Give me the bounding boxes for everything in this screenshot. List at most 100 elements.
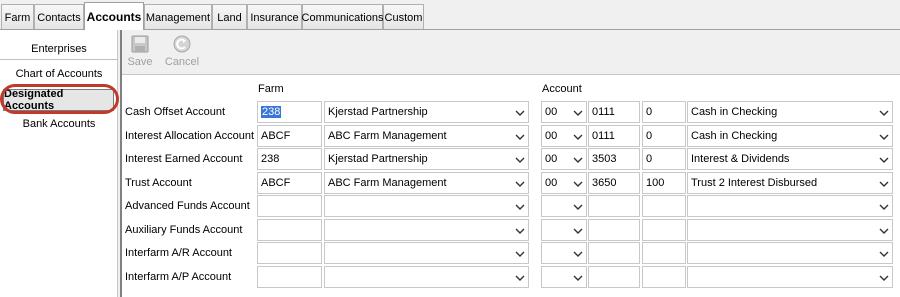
farm-code-input-value: 238	[261, 106, 282, 118]
farm-code-input[interactable]: 238	[257, 101, 322, 123]
farm-name-select[interactable]	[324, 266, 529, 288]
cancel-button[interactable]: Cancel	[164, 34, 200, 72]
account-prefix-select[interactable]	[541, 195, 587, 217]
row-label: Interfarm A/R Account	[125, 247, 232, 259]
tab-land[interactable]: Land	[212, 4, 247, 30]
account-prefix-select[interactable]	[541, 266, 587, 288]
sidebar-item-chart-of-accounts[interactable]: Chart of Accounts	[0, 63, 118, 85]
account-prefix-select-value: 00	[545, 177, 558, 189]
chevron-down-icon	[573, 134, 583, 140]
farm-name-select[interactable]: Kjerstad Partnership	[324, 148, 529, 170]
sidebar-item-enterprises[interactable]: Enterprises	[0, 38, 118, 60]
account-number-input[interactable]	[588, 219, 640, 241]
farm-code-input[interactable]	[257, 219, 322, 241]
farm-code-input[interactable]	[257, 266, 322, 288]
account-number-input-value: 0111	[592, 130, 615, 142]
farm-code-input[interactable]: ABCF	[257, 125, 322, 147]
account-number-input[interactable]: 0111	[588, 125, 640, 147]
sidebar-item-designated-accounts[interactable]: Designated Accounts	[3, 88, 114, 112]
account-number-input[interactable]: 0111	[588, 101, 640, 123]
account-name-select[interactable]	[687, 266, 893, 288]
tab-custom[interactable]: Custom	[383, 4, 424, 30]
farm-code-input[interactable]: ABCF	[257, 172, 322, 194]
farm-name-select-value: ABC Farm Management	[328, 130, 447, 142]
account-sub-input[interactable]	[642, 242, 686, 264]
account-name-select[interactable]: Cash in Checking	[687, 101, 893, 123]
account-number-input[interactable]: 3503	[588, 148, 640, 170]
account-name-select-value: Cash in Checking	[691, 130, 778, 142]
account-number-input[interactable]	[588, 242, 640, 264]
row-label: Advanced Funds Account	[125, 200, 250, 212]
account-sub-input[interactable]	[642, 195, 686, 217]
chevron-down-icon	[879, 181, 889, 187]
account-name-select[interactable]: Interest & Dividends	[687, 148, 893, 170]
save-button[interactable]: Save	[127, 34, 153, 72]
chevron-down-icon	[515, 157, 525, 163]
account-sub-input[interactable]: 0	[642, 125, 686, 147]
account-prefix-select[interactable]	[541, 219, 587, 241]
chevron-down-icon	[515, 204, 525, 210]
chevron-down-icon	[879, 228, 889, 234]
farm-name-select[interactable]	[324, 195, 529, 217]
account-prefix-select[interactable]: 00	[541, 101, 587, 123]
tab-contacts[interactable]: Contacts	[34, 4, 84, 30]
account-prefix-select[interactable]: 00	[541, 172, 587, 194]
save-icon	[131, 35, 149, 53]
account-number-input[interactable]	[588, 266, 640, 288]
sidebar-item-bank-accounts[interactable]: Bank Accounts	[0, 113, 118, 135]
chevron-down-icon	[573, 181, 583, 187]
account-name-select[interactable]: Cash in Checking	[687, 125, 893, 147]
farm-name-select[interactable]: ABC Farm Management	[324, 172, 529, 194]
chevron-down-icon	[573, 228, 583, 234]
chevron-down-icon	[879, 110, 889, 116]
farm-name-select[interactable]: Kjerstad Partnership	[324, 101, 529, 123]
account-sub-input-value: 0	[646, 153, 653, 165]
account-prefix-select[interactable]: 00	[541, 148, 587, 170]
account-name-select-value: Trust 2 Interest Disbursed	[691, 177, 818, 189]
account-sub-input[interactable]	[642, 219, 686, 241]
account-prefix-select[interactable]	[541, 242, 587, 264]
account-sub-input[interactable]: 100	[642, 172, 686, 194]
account-name-select[interactable]: Trust 2 Interest Disbursed	[687, 172, 893, 194]
farm-name-select[interactable]: ABC Farm Management	[324, 125, 529, 147]
account-prefix-select-value: 00	[545, 130, 558, 142]
farm-code-input-value: 238	[261, 153, 280, 165]
account-prefix-select[interactable]: 00	[541, 125, 587, 147]
farm-code-input[interactable]	[257, 195, 322, 217]
account-number-input-value: 0111	[592, 106, 615, 118]
row-label: Auxiliary Funds Account	[125, 224, 243, 236]
account-name-select[interactable]	[687, 242, 893, 264]
account-sub-input-value: 100	[646, 177, 665, 189]
account-sub-input[interactable]	[642, 266, 686, 288]
tab-insurance[interactable]: Insurance	[247, 4, 302, 30]
account-column-header: Account	[542, 83, 582, 95]
tab-accounts[interactable]: Accounts	[84, 2, 144, 30]
chevron-down-icon	[879, 157, 889, 163]
toolbar: Save Cancel	[122, 30, 900, 74]
account-name-select-value: Interest & Dividends	[691, 153, 790, 165]
account-name-select-value: Cash in Checking	[691, 106, 778, 118]
account-number-input[interactable]	[588, 195, 640, 217]
account-number-input[interactable]: 3650	[588, 172, 640, 194]
account-name-select[interactable]	[687, 219, 893, 241]
farm-code-input[interactable]: 238	[257, 148, 322, 170]
row-label: Trust Account	[125, 177, 192, 189]
farm-name-select[interactable]	[324, 219, 529, 241]
account-sub-input[interactable]: 0	[642, 148, 686, 170]
chevron-down-icon	[879, 134, 889, 140]
tab-communications[interactable]: Communications	[302, 4, 383, 30]
row-label: Cash Offset Account	[125, 106, 226, 118]
chevron-down-icon	[573, 251, 583, 257]
tab-management[interactable]: Management	[144, 4, 212, 30]
chevron-down-icon	[515, 181, 525, 187]
farm-code-input[interactable]	[257, 242, 322, 264]
account-name-select[interactable]	[687, 195, 893, 217]
tab-farm[interactable]: Farm	[1, 4, 34, 30]
account-number-input-value: 3650	[592, 177, 617, 189]
farm-column-header: Farm	[258, 83, 284, 95]
chevron-down-icon	[879, 204, 889, 210]
chevron-down-icon	[515, 134, 525, 140]
account-prefix-select-value: 00	[545, 106, 558, 118]
farm-name-select[interactable]	[324, 242, 529, 264]
account-sub-input[interactable]: 0	[642, 101, 686, 123]
